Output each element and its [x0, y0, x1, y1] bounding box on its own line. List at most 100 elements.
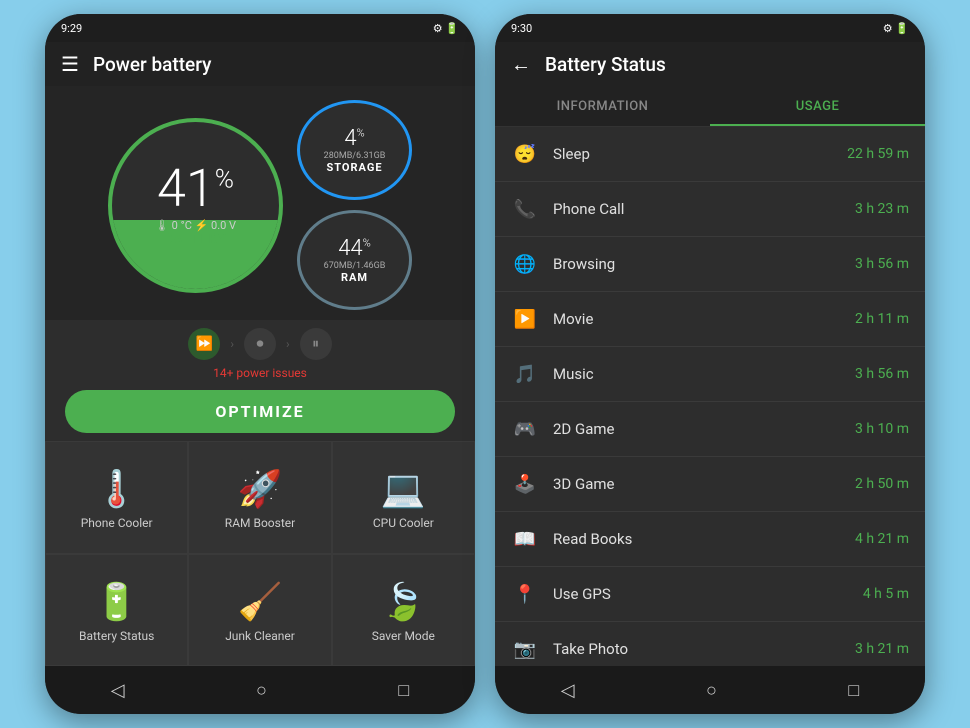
battery-text: 41% 🌡 0 °C ⚡ 0.0 V BATTERY: [155, 163, 236, 247]
battery-sub: 🌡 0 °C ⚡ 0.0 V: [155, 219, 236, 232]
storage-circle: 4% 280MB/6.31GB STORAGE: [297, 100, 412, 200]
usage-item-use-gps: 📍 Use GPS 4 h 5 m: [495, 567, 925, 622]
music-name: Music: [553, 365, 855, 383]
status-bar-2: 9:30 ⚙ 🔋: [495, 14, 925, 42]
ram-percent: 44%: [338, 236, 371, 261]
status-bar-1: 9:29 ⚙ 🔋: [45, 14, 475, 42]
movie-icon: ▶️: [511, 305, 539, 333]
use-gps-icon: 📍: [511, 580, 539, 608]
grid-item-junk-cleaner[interactable]: 🧹 Junk Cleaner: [188, 554, 331, 667]
read-books-name: Read Books: [553, 530, 855, 548]
grid-item-cpu-cooler[interactable]: 💻 CPU Cooler: [332, 441, 475, 554]
battery-status-title: Battery Status: [545, 53, 666, 76]
ram-detail: 670MB/1.46GB: [324, 261, 386, 271]
sleep-icon: 😴: [511, 140, 539, 168]
phone-1: 9:29 ⚙ 🔋 ☰ Power battery 41% 🌡 0 °C: [45, 14, 475, 714]
mode-fast[interactable]: ⏩: [188, 328, 220, 360]
usage-item-music: 🎵 Music 3 h 56 m: [495, 347, 925, 402]
read-books-time: 4 h 21 m: [855, 531, 909, 547]
movie-time: 2 h 11 m: [855, 311, 909, 327]
battery-label: BATTERY: [155, 232, 236, 247]
3d-game-name: 3D Game: [553, 475, 855, 493]
2d-game-name: 2D Game: [553, 420, 855, 438]
storage-detail: 280MB/6.31GB: [324, 151, 386, 161]
mode-normal[interactable]: ⏺: [244, 328, 276, 360]
2d-game-time: 3 h 10 m: [855, 421, 909, 437]
usage-list: 😴 Sleep 22 h 59 m 📞 Phone Call 3 h 23 m …: [495, 127, 925, 666]
grid-item-battery-status[interactable]: 🔋 Battery Status: [45, 554, 188, 667]
storage-percent: 4%: [344, 126, 364, 151]
menu-icon[interactable]: ☰: [61, 52, 79, 76]
battery-percent: 41%: [155, 163, 236, 215]
3d-game-time: 2 h 50 m: [855, 476, 909, 492]
battery-circle: 41% 🌡 0 °C ⚡ 0.0 V BATTERY: [108, 118, 283, 293]
back-arrow[interactable]: ←: [511, 52, 531, 77]
use-gps-time: 4 h 5 m: [863, 586, 909, 602]
nav-recent-2[interactable]: □: [848, 680, 859, 701]
usage-item-3d-game: 🕹️ 3D Game 2 h 50 m: [495, 457, 925, 512]
grid-item-phone-cooler[interactable]: 🌡️ Phone Cooler: [45, 441, 188, 554]
nav-recent-1[interactable]: □: [398, 680, 409, 701]
battery-section: 41% 🌡 0 °C ⚡ 0.0 V BATTERY 4%: [45, 86, 475, 320]
phone-call-name: Phone Call: [553, 200, 855, 218]
take-photo-name: Take Photo: [553, 640, 855, 658]
nav-back-1[interactable]: ◁: [111, 680, 125, 701]
arrow-1: ›: [230, 337, 234, 351]
movie-name: Movie: [553, 310, 855, 328]
junk-cleaner-icon: 🧹: [238, 581, 283, 623]
browsing-icon: 🌐: [511, 250, 539, 278]
3d-game-icon: 🕹️: [511, 470, 539, 498]
battery-status-header: ← Battery Status: [495, 42, 925, 87]
usage-item-sleep: 😴 Sleep 22 h 59 m: [495, 127, 925, 182]
arrow-2: ›: [286, 337, 290, 351]
ram-circle: 44% 670MB/1.46GB RAM: [297, 210, 412, 310]
nav-home-1[interactable]: ○: [256, 680, 267, 701]
2d-game-icon: 🎮: [511, 415, 539, 443]
status-icons-1: ⚙ 🔋: [433, 22, 459, 35]
phone1-content: 41% 🌡 0 °C ⚡ 0.0 V BATTERY 4%: [45, 86, 475, 666]
phone-call-time: 3 h 23 m: [855, 201, 909, 217]
music-time: 3 h 56 m: [855, 366, 909, 382]
browsing-time: 3 h 56 m: [855, 256, 909, 272]
status-time-2: 9:30: [511, 22, 532, 35]
read-books-icon: 📖: [511, 525, 539, 553]
optimize-button[interactable]: OPTIMIZE: [65, 390, 455, 433]
saver-mode-label: Saver Mode: [372, 629, 435, 643]
usage-item-read-books: 📖 Read Books 4 h 21 m: [495, 512, 925, 567]
phone-call-icon: 📞: [511, 195, 539, 223]
app-title-1: Power battery: [93, 53, 211, 76]
tab-information[interactable]: INFORMATION: [495, 87, 710, 126]
sleep-name: Sleep: [553, 145, 847, 163]
app-header-1: ☰ Power battery: [45, 42, 475, 86]
tab-usage[interactable]: USAGE: [710, 87, 925, 126]
browsing-name: Browsing: [553, 255, 855, 273]
usage-item-2d-game: 🎮 2D Game 3 h 10 m: [495, 402, 925, 457]
grid-item-saver-mode[interactable]: 🍃 Saver Mode: [332, 554, 475, 667]
usage-item-take-photo: 📷 Take Photo 3 h 21 m: [495, 622, 925, 666]
mode-slow[interactable]: ⏸: [300, 328, 332, 360]
nav-home-2[interactable]: ○: [706, 680, 717, 701]
junk-cleaner-label: Junk Cleaner: [225, 629, 295, 643]
take-photo-icon: 📷: [511, 635, 539, 663]
issues-text: 14+ power issues: [213, 364, 307, 382]
power-modes: ⏩ › ⏺ › ⏸: [188, 320, 331, 364]
usage-item-movie: ▶️ Movie 2 h 11 m: [495, 292, 925, 347]
take-photo-time: 3 h 21 m: [855, 641, 909, 657]
ram-booster-label: RAM Booster: [225, 516, 295, 530]
grid-item-ram-booster[interactable]: 🚀 RAM Booster: [188, 441, 331, 554]
nav-back-2[interactable]: ◁: [561, 680, 575, 701]
storage-label: STORAGE: [326, 161, 382, 174]
ram-label: RAM: [341, 271, 368, 284]
status-time-1: 9:29: [61, 22, 82, 35]
battery-status-icon: 🔋: [94, 581, 139, 623]
ram-booster-icon: 🚀: [238, 468, 283, 510]
phone-2: 9:30 ⚙ 🔋 ← Battery Status INFORMATION US…: [495, 14, 925, 714]
bottom-nav-2: ◁ ○ □: [495, 666, 925, 714]
battery-status-label: Battery Status: [79, 629, 154, 643]
phone2-content: INFORMATION USAGE 😴 Sleep 22 h 59 m 📞 Ph…: [495, 87, 925, 666]
status-icons-2: ⚙ 🔋: [883, 22, 909, 35]
sleep-time: 22 h 59 m: [847, 146, 909, 162]
bottom-nav-1: ◁ ○ □: [45, 666, 475, 714]
phone-cooler-label: Phone Cooler: [81, 516, 153, 530]
cpu-cooler-label: CPU Cooler: [373, 516, 434, 530]
